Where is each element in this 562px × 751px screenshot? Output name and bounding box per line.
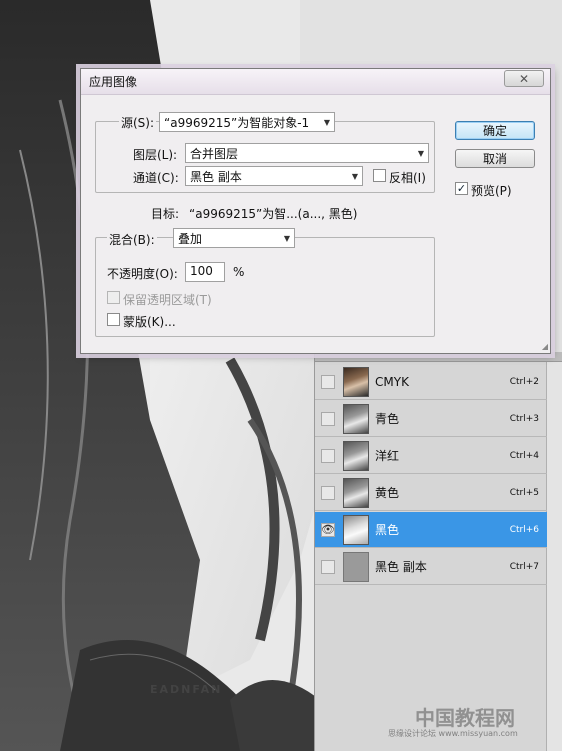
chevron-down-icon: ▼: [417, 148, 424, 158]
opacity-label: 不透明度(O):: [107, 267, 178, 281]
source-label: 源(S):: [119, 114, 157, 131]
channel-row-cyan[interactable]: 青色 Ctrl+3: [315, 401, 547, 437]
visibility-toggle[interactable]: [321, 448, 335, 463]
channel-row-cmyk[interactable]: CMYK Ctrl+2: [315, 364, 547, 400]
channel-thumbnail: [343, 514, 369, 545]
visibility-toggle[interactable]: [321, 374, 335, 389]
eye-icon[interactable]: 👁: [321, 522, 335, 537]
channel-shortcut: Ctrl+4: [509, 450, 539, 461]
channel-name: 黑色: [375, 523, 400, 537]
channel-row-black-copy[interactable]: 黑色 副本 Ctrl+7: [315, 549, 547, 585]
channel-thumbnail: [343, 551, 369, 582]
channel-shortcut: Ctrl+5: [509, 487, 539, 498]
opacity-unit: %: [233, 265, 245, 279]
mask-label: 蒙版(K)...: [123, 315, 176, 329]
channels-panel: CMYK Ctrl+2 青色 Ctrl+3 洋红 Ctrl+4 黄色 Ctrl+…: [314, 352, 562, 751]
source-select-value: “a9969215”为智能对象-1: [164, 115, 310, 130]
target-value: “a9969215”为智...(a..., 黑色): [189, 207, 358, 221]
preserve-transparency-checkbox[interactable]: [107, 291, 120, 304]
resize-grip-icon[interactable]: ◢: [542, 342, 548, 351]
channel-shortcut: Ctrl+7: [509, 561, 539, 572]
channel-name: CMYK: [375, 374, 409, 389]
watermark-left: EADNFAN: [150, 683, 223, 696]
channel-name: 青色: [375, 412, 400, 426]
chevron-down-icon: ▼: [351, 171, 358, 181]
layer-label: 图层(L):: [133, 148, 178, 162]
ok-button[interactable]: 确定: [455, 121, 535, 140]
channel-thumbnail: [343, 403, 369, 434]
channel-row-magenta[interactable]: 洋红 Ctrl+4: [315, 438, 547, 474]
close-icon[interactable]: ✕: [504, 70, 544, 87]
dialog-titlebar[interactable]: 应用图像 ✕: [81, 69, 550, 95]
dialog-title: 应用图像: [89, 75, 138, 89]
channel-thumbnail: [343, 440, 369, 471]
watermark-site-name: 中国教程网: [415, 706, 515, 730]
channel-thumbnail: [343, 366, 369, 397]
channel-row-yellow[interactable]: 黄色 Ctrl+5: [315, 475, 547, 511]
opacity-input[interactable]: 100: [185, 262, 225, 282]
panel-scrollbar[interactable]: [546, 362, 562, 751]
chevron-down-icon: ▼: [283, 233, 290, 243]
channel-shortcut: Ctrl+2: [509, 376, 539, 387]
chevron-down-icon: ▼: [323, 117, 330, 127]
target-label: 目标:: [151, 207, 180, 221]
channel-name: 洋红: [375, 449, 400, 463]
preserve-transparency-label: 保留透明区域(T): [123, 293, 212, 307]
cancel-button[interactable]: 取消: [455, 149, 535, 168]
channel-row-black[interactable]: 👁 黑色 Ctrl+6: [315, 512, 547, 548]
channel-select[interactable]: 黑色 副本 ▼: [185, 166, 363, 186]
invert-checkbox[interactable]: [373, 169, 386, 182]
channel-thumbnail: [343, 477, 369, 508]
visibility-toggle[interactable]: [321, 411, 335, 426]
blending-select-value: 叠加: [178, 231, 203, 246]
blending-select[interactable]: 叠加 ▼: [173, 228, 295, 248]
channel-shortcut: Ctrl+3: [509, 413, 539, 424]
channel-name: 黄色: [375, 486, 400, 500]
channel-select-value: 黑色 副本: [190, 169, 242, 184]
visibility-toggle[interactable]: [321, 559, 335, 574]
apply-image-dialog: 应用图像 ✕ 源(S): “a9969215”为智能对象-1 ▼ 图层(L): …: [80, 68, 551, 354]
channel-label: 通道(C):: [133, 171, 179, 185]
channel-shortcut: Ctrl+6: [509, 524, 539, 535]
preview-checkbox[interactable]: ✓: [455, 182, 468, 195]
visibility-toggle[interactable]: [321, 485, 335, 500]
preview-label: 预览(P): [471, 184, 512, 198]
invert-label: 反相(I): [389, 171, 426, 185]
mask-checkbox[interactable]: [107, 313, 120, 326]
layer-select-value: 合并图层: [190, 146, 239, 161]
channel-name: 黑色 副本: [375, 560, 427, 574]
watermark-site-url: 思缘设计论坛 www.missyuan.com: [388, 729, 518, 738]
layer-select[interactable]: 合并图层 ▼: [185, 143, 429, 163]
source-select[interactable]: “a9969215”为智能对象-1 ▼: [159, 112, 335, 132]
blending-label: 混合(B):: [107, 231, 157, 248]
